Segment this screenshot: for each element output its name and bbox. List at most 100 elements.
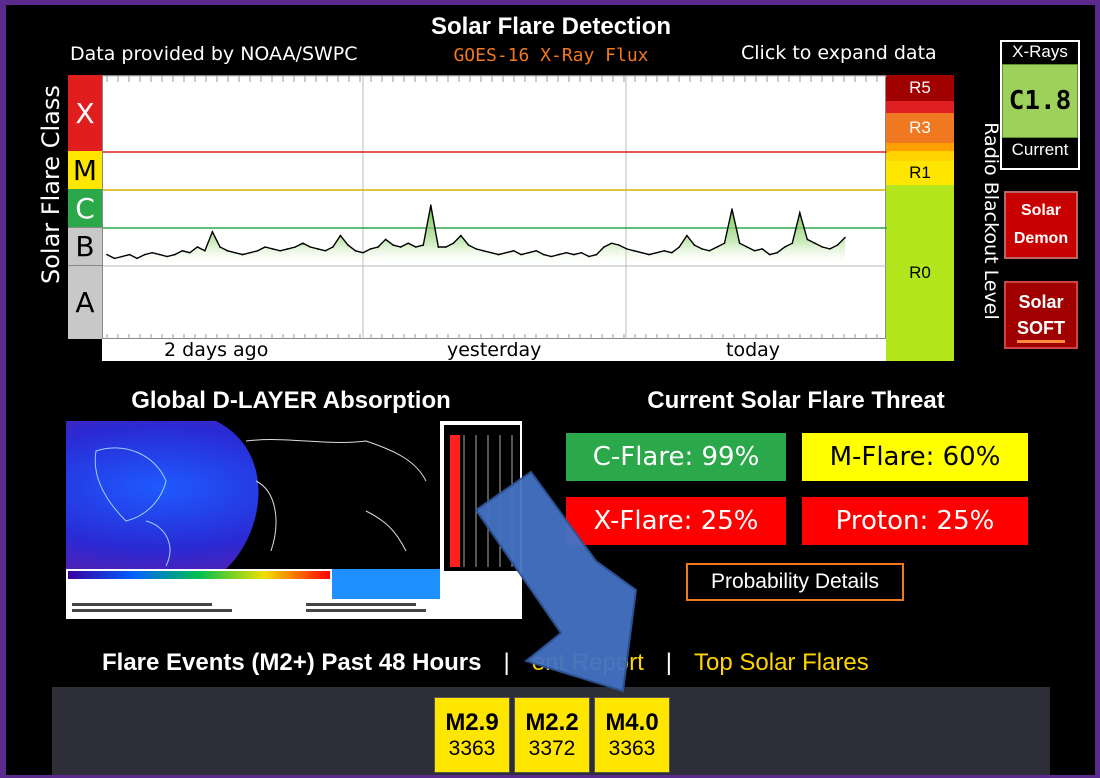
flux-point: [166, 255, 168, 258]
event-report-link[interactable]: ent Report: [532, 649, 644, 676]
xray-footer: Current: [1011, 140, 1069, 159]
flux-point: [249, 251, 251, 254]
flux-point: [204, 250, 206, 252]
page-title: Solar Flare Detection: [430, 13, 672, 40]
class-x-band: X: [68, 75, 102, 151]
flux-point: [437, 246, 440, 248]
events-title: Flare Events (M2+) Past 48 Hours: [102, 649, 482, 676]
current-xray-widget[interactable]: X-Rays C1.8 Current: [1000, 40, 1080, 170]
flux-point: [452, 242, 455, 244]
xray-current-value: C1.8: [1002, 64, 1078, 138]
flux-point: [603, 246, 605, 248]
flux-point: [836, 244, 839, 246]
flux-point: [520, 253, 522, 256]
solar-soft-button[interactable]: Solar SOFT: [1004, 281, 1078, 349]
flux-point: [640, 251, 643, 254]
flux-point: [286, 248, 289, 250]
threat-title: Current Solar Flare Threat: [647, 387, 945, 414]
radio-r2b-band: [886, 151, 954, 161]
flux-point: [655, 251, 658, 254]
flux-point: [490, 251, 492, 254]
flare-event-class: M4.0: [605, 709, 659, 736]
flux-point: [693, 244, 696, 246]
flux-point: [543, 253, 545, 256]
flare-event-region: 3363: [448, 737, 496, 760]
probability-details-button[interactable]: Probability Details: [686, 563, 904, 601]
expand-data-link[interactable]: Click to expand data: [741, 42, 937, 64]
radio-r2-band: [886, 143, 954, 151]
flux-point: [535, 250, 537, 252]
flux-point: [211, 231, 214, 233]
flux-point: [377, 246, 379, 248]
radio-r1-band: R1: [886, 161, 954, 185]
xray-flux-chart[interactable]: [102, 75, 887, 340]
flux-point: [332, 246, 334, 248]
flux-point: [776, 251, 778, 254]
solar-demon-button[interactable]: Solar Demon: [1004, 191, 1078, 259]
flare-event-card[interactable]: M2.2 3372: [514, 697, 590, 773]
flux-point: [573, 253, 575, 256]
flux-point: [768, 253, 771, 256]
proton-threat[interactable]: Proton: 25%: [802, 497, 1028, 545]
flux-point: [844, 236, 846, 239]
radio-r4-band: [886, 101, 954, 113]
flux-point: [814, 242, 816, 244]
flux-point: [362, 251, 364, 254]
flux-point: [392, 244, 395, 246]
flux-point: [430, 204, 432, 206]
flux-point: [558, 253, 560, 256]
flux-point: [738, 242, 741, 244]
flux-point: [460, 234, 462, 237]
solar-soft-line1: Solar: [1018, 291, 1064, 312]
flux-point: [347, 244, 349, 246]
flare-event-card[interactable]: M4.0 3363: [594, 697, 670, 773]
flux-point: [648, 253, 650, 256]
flux-point: [731, 208, 733, 210]
flux-point: [505, 251, 507, 254]
flux-point: [415, 246, 417, 248]
flux-point: [633, 250, 635, 252]
flux-point: [663, 250, 666, 252]
x-flare-threat[interactable]: X-Flare: 25%: [566, 497, 786, 545]
flux-point: [527, 251, 530, 254]
flux-point: [302, 242, 304, 244]
flux-point: [753, 250, 756, 252]
flux-area: [107, 205, 845, 266]
xray-header: X-Rays: [1012, 42, 1068, 61]
flux-point: [475, 248, 477, 250]
solar-flare-panel: Solar Flare Detection GOES-16 X-Ray Flux…: [6, 5, 1095, 775]
flux-point: [512, 250, 515, 252]
flare-event-class: M2.2: [525, 709, 579, 736]
x-tick-label: yesterday: [447, 339, 542, 361]
flux-point: [399, 246, 402, 248]
flare-event-region: 3363: [608, 737, 656, 760]
data-provider-label: Data provided by NOAA/SWPC: [70, 43, 358, 65]
flux-point: [791, 242, 794, 244]
flux-point: [618, 244, 620, 246]
flux-point: [136, 257, 138, 260]
flux-point: [219, 246, 221, 248]
flux-point: [279, 250, 281, 252]
flux-point: [746, 246, 748, 248]
flux-point: [497, 253, 500, 256]
flux-point: [467, 244, 470, 246]
flux-point: [158, 253, 161, 256]
flux-point: [445, 246, 447, 248]
flux-point: [610, 242, 613, 244]
m-flare-threat[interactable]: M-Flare: 60%: [802, 433, 1028, 481]
flux-point: [271, 248, 274, 250]
flux-point: [241, 253, 244, 256]
dlayer-title: Global D-LAYER Absorption: [131, 387, 451, 414]
flux-point: [234, 251, 236, 254]
radio-r3-band: R3: [886, 113, 954, 143]
flux-point: [821, 246, 824, 248]
flux-point: [189, 251, 191, 254]
flare-event-card[interactable]: M2.9 3363: [434, 697, 510, 773]
c-flare-threat[interactable]: C-Flare: 99%: [566, 433, 786, 481]
top-solar-flares-link[interactable]: Top Solar Flares: [694, 649, 869, 676]
flux-point: [196, 246, 199, 248]
flux-point: [143, 253, 146, 256]
flux-point: [309, 246, 312, 248]
dlayer-absorption-map[interactable]: [66, 421, 522, 619]
flux-point: [716, 246, 718, 248]
